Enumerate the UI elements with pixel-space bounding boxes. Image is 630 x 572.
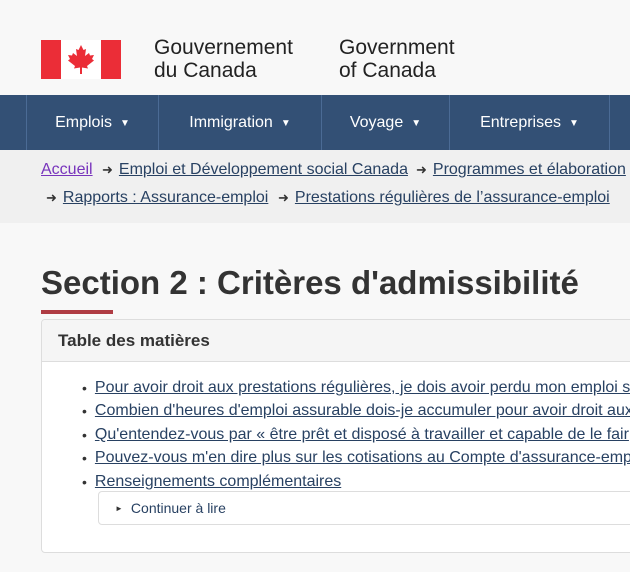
menu-item-label: Entreprises [480,113,561,131]
list-item: • Pour avoir droit aux prestations réguli… [82,376,630,400]
chevron-down-icon: ▼ [569,118,579,129]
breadcrumb-link[interactable]: Programmes et élaboration [433,161,626,178]
arrow-right-icon: ➜ [46,190,57,205]
title-underline [41,310,113,314]
breadcrumb-link[interactable]: Rapports : Assurance-emploi [63,189,268,206]
continue-reading-label: Continuer à lire [130,500,226,516]
site-header: Gouvernement du Canada Government of Can… [0,0,630,95]
toc-link[interactable]: Pouvez-vous m'en dire plus sur les cotis… [95,449,630,467]
canada-flag-icon[interactable] [41,40,121,79]
menu-item-entreprises[interactable]: Entreprises ▼ [449,95,609,150]
toc-heading: Table des matières [42,320,630,362]
continue-reading-toggle[interactable]: ► Continuer à lire [98,491,630,525]
toc-link[interactable]: Pour avoir droit aux prestations réguliè… [95,379,630,397]
list-item: • Pouvez-vous m'en dire plus sur les coti… [82,447,630,471]
signature-fr-line2: du Canada [154,59,257,82]
table-of-contents: Table des matières • Pour avoir droit aux… [41,319,630,553]
toc-link[interactable]: Qu'entendez-vous par « être prêt et disp… [95,426,629,444]
signature-en[interactable]: Government of Canada [339,36,455,82]
signature-en-line2: of Canada [339,59,436,82]
bullet-icon: • [82,379,87,396]
toc-list: • Pour avoir droit aux prestations réguli… [82,376,630,494]
breadcrumb: Accueil ➜ Emploi et Développement social … [0,150,630,223]
arrow-right-icon: ➜ [102,162,113,177]
toc-link[interactable]: Combien d'heures d'emploi assurable dois… [95,402,630,420]
triangle-right-icon: ► [115,503,123,513]
menu-item-label: Voyage [349,113,404,131]
bullet-icon: • [82,450,87,467]
breadcrumb-item-home: Accueil [41,161,93,179]
breadcrumb-item: ➜ Prestations régulières de l’assurance-e… [278,189,610,207]
bullet-icon: • [82,473,87,490]
menu-item-voyage[interactable]: Voyage ▼ [321,95,449,150]
bullet-icon: • [82,426,87,443]
breadcrumb-item: ➜ Rapports : Assurance-emploi [46,189,268,207]
page-title: Section 2 : Critères d'admissibilité [41,264,579,301]
bullet-icon: • [82,403,87,420]
menu-item-emplois[interactable]: Emplois ▼ [26,95,158,150]
breadcrumb-item: ➜ Emploi et Développement social Canada [102,161,408,179]
list-item: • Combien d'heures d'emploi assurable doi… [82,400,630,424]
chevron-down-icon: ▼ [411,118,422,129]
breadcrumb-link[interactable]: Prestations régulières de l’assurance-em… [295,189,610,206]
main-menu: Emplois ▼ Immigration ▼ Voyage ▼ Entreprise… [0,95,630,150]
list-item: • Qu'entendez-vous par « être prêt et dis… [82,423,630,447]
breadcrumb-item: ➜ Programmes et élaboration [416,161,626,179]
breadcrumb-link[interactable]: Emploi et Développement social Canada [119,161,408,178]
arrow-right-icon: ➜ [416,162,427,177]
menu-item-partial[interactable] [609,95,630,150]
breadcrumb-link-home[interactable]: Accueil [41,161,93,178]
menu-item-immigration[interactable]: Immigration ▼ [158,95,321,150]
arrow-right-icon: ➜ [278,190,289,205]
chevron-down-icon: ▼ [120,118,130,129]
chevron-down-icon: ▼ [280,118,291,129]
menu-item-label: Emplois [55,113,112,131]
toc-link[interactable]: Renseignements complémentaires [95,473,341,491]
signature-en-line1: Government [339,36,455,59]
signature-fr[interactable]: Gouvernement du Canada [154,36,293,82]
signature-fr-line1: Gouvernement [154,36,293,59]
menu-item-label: Immigration [189,113,273,131]
list-item: • Renseignements complémentaires [82,470,630,494]
